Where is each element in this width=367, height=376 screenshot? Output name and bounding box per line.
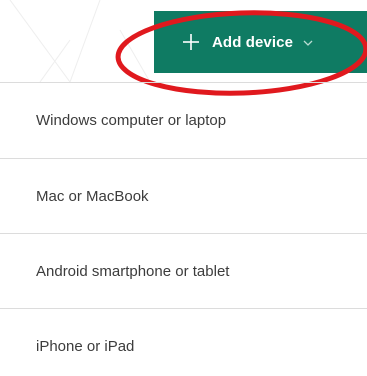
device-type-menu: Windows computer or laptop Mac or MacBoo… [0,82,367,376]
add-device-button[interactable]: Add device [154,11,367,73]
chevron-down-icon [303,40,313,46]
background-decoration [9,0,151,82]
menu-item-label: Mac or MacBook [36,187,149,205]
add-device-panel: Add device Windows computer or laptop Ma… [0,0,367,376]
menu-item-windows[interactable]: Windows computer or laptop [0,82,367,158]
menu-item-label: Windows computer or laptop [36,112,227,129]
menu-item-iphone[interactable]: iPhone or iPad [0,308,367,376]
plus-icon [183,34,199,50]
menu-item-label: iPhone or iPad [36,337,135,355]
add-device-label: Add device [212,33,294,51]
menu-item-label: Android smartphone or tablet [36,262,230,280]
menu-item-android[interactable]: Android smartphone or tablet [0,233,367,308]
menu-item-mac[interactable]: Mac or MacBook [0,158,367,233]
